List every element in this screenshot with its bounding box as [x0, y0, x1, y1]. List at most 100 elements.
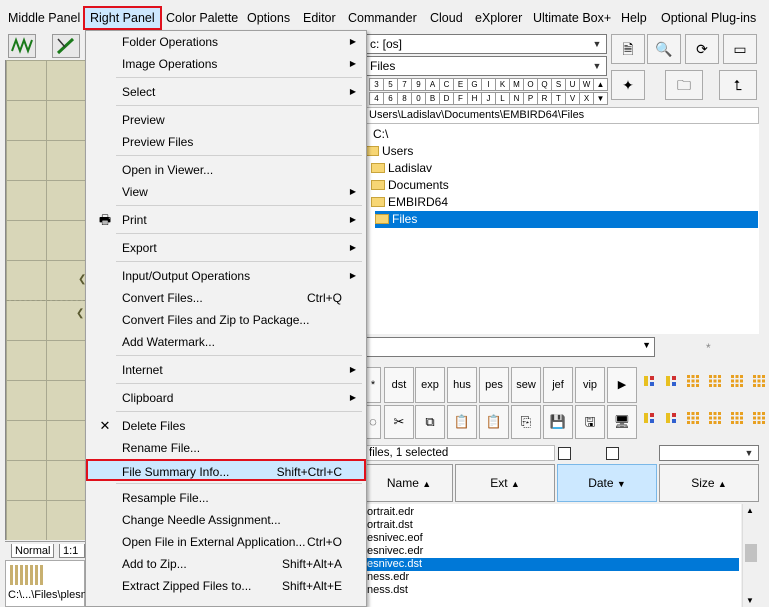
- column-name-header[interactable]: Name ▲: [365, 464, 453, 502]
- ext-pes-button[interactable]: pes: [479, 367, 509, 403]
- copy-button[interactable]: ⧉: [415, 405, 445, 439]
- menu-item-preview[interactable]: Preview: [88, 109, 364, 131]
- view-mode-button[interactable]: [639, 374, 659, 392]
- view-mode-button[interactable]: [661, 374, 681, 392]
- tab-1-1[interactable]: 1:1 N: [59, 544, 85, 571]
- menu-item-select[interactable]: Select ▶: [88, 81, 364, 103]
- char-filter-button[interactable]: M: [509, 78, 524, 91]
- paste-special-button[interactable]: 📋: [479, 405, 509, 439]
- char-filter-button[interactable]: 7: [397, 78, 412, 91]
- char-filter-button[interactable]: J: [481, 92, 496, 105]
- char-filter-button[interactable]: G: [467, 78, 482, 91]
- page-button[interactable]: 🗎: [611, 34, 645, 64]
- scroll-down-icon[interactable]: ▼: [593, 92, 608, 105]
- file-item[interactable]: esnivec.edr: [365, 545, 739, 558]
- char-filter-button[interactable]: D: [439, 92, 454, 105]
- file-item[interactable]: ness.edr: [365, 571, 739, 584]
- char-filter-button[interactable]: V: [565, 92, 580, 105]
- char-filter-button[interactable]: T: [551, 92, 566, 105]
- menu-item-convert-files-and-zip-to-package[interactable]: Convert Files and Zip to Package...: [88, 309, 364, 331]
- char-filter-button[interactable]: S: [551, 78, 566, 91]
- char-filter-button[interactable]: A: [425, 78, 440, 91]
- view-mode-button[interactable]: [727, 374, 747, 392]
- menu-item-resample-file[interactable]: Resample File...: [88, 487, 364, 509]
- menu-item-internet[interactable]: Internet ▶: [88, 359, 364, 381]
- menu-commander[interactable]: Commander: [348, 8, 417, 28]
- menu-middle-panel[interactable]: Middle Panel: [8, 8, 80, 28]
- view-mode-button[interactable]: [639, 411, 659, 429]
- view-mode-button[interactable]: [727, 411, 747, 429]
- tab-normal[interactable]: Normal: [11, 544, 55, 558]
- column-size-header[interactable]: Size ▲: [659, 464, 759, 502]
- menu-item-print[interactable]: 🖶 Print ▶: [88, 209, 364, 231]
- tool-button[interactable]: ◌: [365, 405, 381, 439]
- char-filter-button[interactable]: C: [439, 78, 454, 91]
- char-filter-button[interactable]: 5: [383, 78, 398, 91]
- char-filter-button[interactable]: L: [495, 92, 510, 105]
- checkbox[interactable]: [558, 447, 571, 460]
- file-item-selected[interactable]: esnivec.dst: [365, 558, 739, 571]
- file-list-scrollbar[interactable]: ▲ ▼: [742, 504, 759, 607]
- file-item[interactable]: ness.dst: [365, 584, 739, 597]
- char-filter-button[interactable]: H: [467, 92, 482, 105]
- char-filter-button[interactable]: 3: [369, 78, 384, 91]
- tree-node-selected[interactable]: Files: [375, 211, 758, 228]
- view-mode-button[interactable]: [705, 374, 725, 392]
- char-filter-button[interactable]: 6: [383, 92, 398, 105]
- ext-vip-button[interactable]: vip: [575, 367, 605, 403]
- menu-item-open-file-in-external-application[interactable]: Open File in External Application... Ctrl…: [88, 531, 364, 553]
- scroll-up-icon[interactable]: ▲: [593, 78, 608, 91]
- cut-button[interactable]: ✂: [384, 405, 414, 439]
- char-filter-button[interactable]: B: [425, 92, 440, 105]
- file-item[interactable]: esnivec.eof: [365, 532, 739, 545]
- file-item[interactable]: ortrait.edr: [365, 506, 739, 519]
- ext-exp-button[interactable]: exp: [415, 367, 445, 403]
- char-filter-button[interactable]: F: [453, 92, 468, 105]
- menu-item-open-in-viewer[interactable]: Open in Viewer...: [88, 159, 364, 181]
- folder-filter-select[interactable]: Files ▼: [365, 56, 607, 76]
- ext-hus-button[interactable]: hus: [447, 367, 477, 403]
- char-filter-button[interactable]: R: [537, 92, 552, 105]
- ext-sew-button[interactable]: sew: [511, 367, 541, 403]
- char-filter-button[interactable]: E: [453, 78, 468, 91]
- tree-node[interactable]: Ladislav: [371, 160, 432, 177]
- char-filter-button[interactable]: 9: [411, 78, 426, 91]
- view-mode-button[interactable]: [705, 411, 725, 429]
- file-filter-select[interactable]: ▼: [365, 337, 655, 357]
- folder-up-button[interactable]: ⮤: [719, 70, 757, 100]
- menu-editor[interactable]: Editor: [303, 8, 336, 28]
- view-mode-button[interactable]: [661, 411, 681, 429]
- column-date-header[interactable]: Date ▼: [557, 464, 657, 502]
- char-filter-button[interactable]: 0: [411, 92, 426, 105]
- view-mode-button[interactable]: [683, 411, 703, 429]
- menu-item-add-to-zip[interactable]: Add to Zip... Shift+Alt+A: [88, 553, 364, 575]
- design-canvas[interactable]: ❮ ❮: [5, 60, 86, 540]
- batch-button[interactable]: 🖥: [607, 405, 637, 439]
- char-filter-button[interactable]: I: [481, 78, 496, 91]
- new-folder-button[interactable]: ✦: [611, 70, 645, 100]
- zoom-button[interactable]: 🔍: [647, 34, 681, 64]
- menu-explorer[interactable]: eXplorer: [475, 8, 522, 28]
- menu-item-change-needle-assignment[interactable]: Change Needle Assignment...: [88, 509, 364, 531]
- char-filter-button[interactable]: P: [523, 92, 538, 105]
- edit-tool-button[interactable]: [52, 34, 80, 58]
- menu-ultimate-box[interactable]: Ultimate Box+: [533, 8, 611, 28]
- view-select[interactable]: ▼: [659, 445, 759, 461]
- save-button[interactable]: 💾: [543, 405, 573, 439]
- menu-item-file-summary-info[interactable]: File Summary Info... Shift+Ctrl+C: [86, 459, 366, 481]
- paste-button[interactable]: 📋: [447, 405, 477, 439]
- column-ext-header[interactable]: Ext ▲: [455, 464, 555, 502]
- menu-optional-plugins[interactable]: Optional Plug-ins: [661, 8, 756, 28]
- char-filter-button[interactable]: Q: [537, 78, 552, 91]
- folder-button[interactable]: 🗀: [665, 70, 703, 100]
- refresh-button[interactable]: ⟳: [685, 34, 719, 64]
- char-filter-button[interactable]: K: [495, 78, 510, 91]
- file-item[interactable]: ortrait.dst: [365, 519, 739, 532]
- view-mode-button[interactable]: [683, 374, 703, 392]
- ext-more-button[interactable]: ▶: [607, 367, 637, 403]
- stitch-tool-button[interactable]: [8, 34, 36, 58]
- menu-item-folder-operations[interactable]: Folder Operations ▶: [88, 31, 364, 53]
- menu-right-panel[interactable]: Right Panel: [83, 6, 162, 30]
- menu-item-clipboard[interactable]: Clipboard ▶: [88, 387, 364, 409]
- ext-jef-button[interactable]: jef: [543, 367, 573, 403]
